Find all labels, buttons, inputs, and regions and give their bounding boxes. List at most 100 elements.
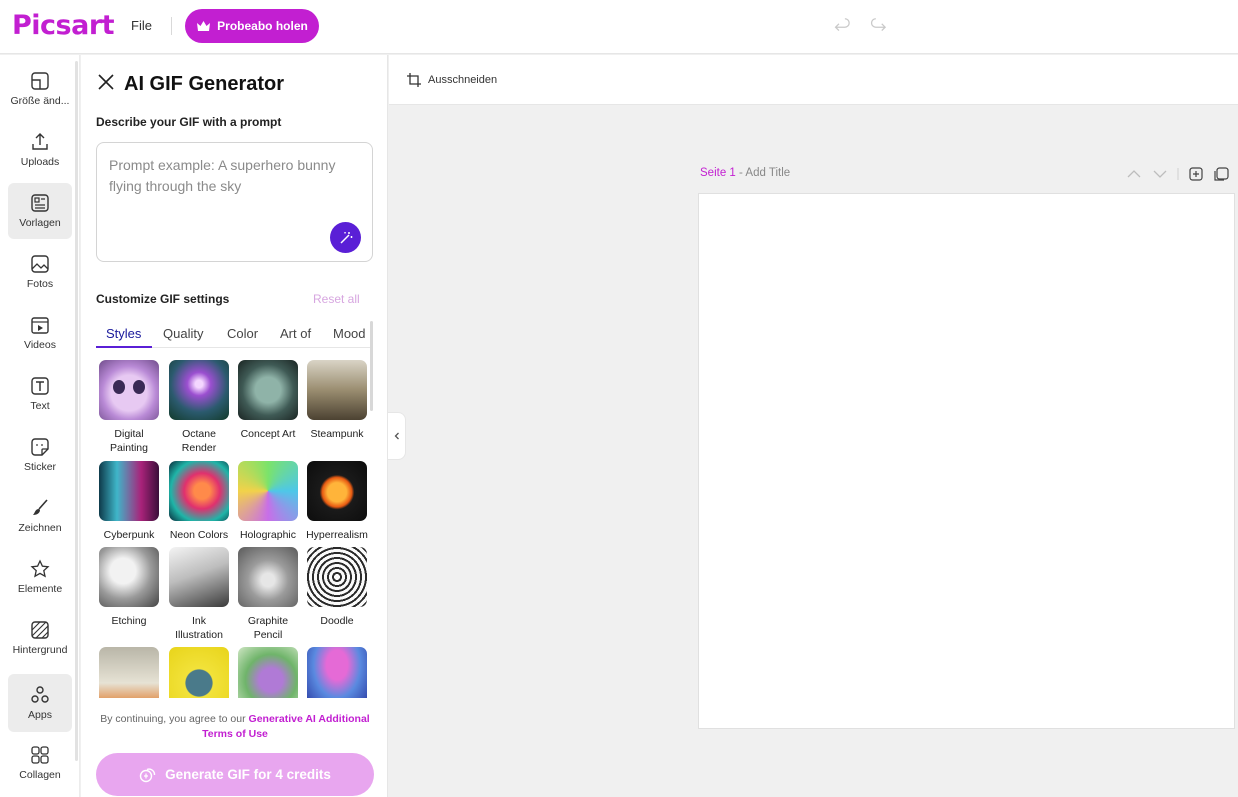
style-tile[interactable] <box>168 647 230 698</box>
style-label: Concept Art <box>240 428 296 440</box>
style-label: Hyperrealism <box>306 529 368 541</box>
collage-icon <box>31 746 49 764</box>
text-icon <box>31 377 49 395</box>
trial-button[interactable]: Probeabo holen <box>185 9 319 43</box>
sidebar-item-draw[interactable]: Zeichnen <box>8 488 72 544</box>
collapse-panel-handle[interactable] <box>388 412 406 460</box>
style-tile-holographic[interactable]: Holographic <box>237 461 299 542</box>
style-label: Etching <box>111 615 147 627</box>
file-menu[interactable]: File <box>131 18 152 33</box>
style-tile-concept-art[interactable]: Concept Art <box>237 360 299 441</box>
style-tile-hyperrealism[interactable]: Hyperrealism <box>306 461 368 542</box>
style-thumbnail <box>169 647 229 698</box>
style-thumbnail <box>238 360 298 420</box>
sidebar-item-background[interactable]: Hintergrund <box>8 610 72 666</box>
sticker-icon <box>31 438 49 456</box>
sidebar-item-videos[interactable]: Videos <box>8 305 72 361</box>
page-controls <box>1127 167 1229 181</box>
sidebar-item-label: Sticker <box>23 461 57 473</box>
style-tile-digital-painting[interactable]: Digital Painting <box>98 360 160 455</box>
prompt-label: Describe your GIF with a prompt <box>96 115 282 129</box>
customize-label: Customize GIF settings <box>96 292 230 306</box>
sidebar-item-resize[interactable]: Größe änd... <box>8 61 72 117</box>
style-thumbnail <box>99 547 159 607</box>
design-canvas[interactable] <box>698 193 1235 729</box>
magic-wand-button[interactable] <box>330 222 361 253</box>
chevron-up-icon[interactable] <box>1127 170 1141 178</box>
sidebar: Größe änd... Uploads Vorlagen Fotos Vide… <box>0 55 80 797</box>
chevron-left-icon <box>394 432 399 440</box>
crop-button[interactable]: Ausschneiden <box>406 72 497 88</box>
sidebar-item-photos[interactable]: Fotos <box>8 244 72 300</box>
crown-icon <box>197 21 211 31</box>
style-label: Digital Painting <box>110 428 148 454</box>
page-name: Seite 1 <box>700 167 736 179</box>
sidebar-item-elements[interactable]: Elemente <box>8 549 72 605</box>
sidebar-item-label: Fotos <box>26 278 54 290</box>
sidebar-item-collage[interactable]: Collagen <box>8 735 72 791</box>
generate-gif-button[interactable]: Generate GIF for 4 credits <box>96 753 374 796</box>
reset-all-button[interactable]: Reset all <box>313 292 360 306</box>
generate-gif-label: Generate GIF for 4 credits <box>165 767 331 782</box>
tab-mood[interactable]: Mood <box>333 320 371 347</box>
templates-icon <box>31 194 49 212</box>
sidebar-item-label: Hintergrund <box>12 644 68 656</box>
style-label: Steampunk <box>310 428 364 440</box>
tab-quality[interactable]: Quality <box>163 320 223 347</box>
apps-icon <box>31 686 49 703</box>
panel-title: AI GIF Generator <box>124 73 285 95</box>
panel-scrollbar[interactable] <box>370 321 373 411</box>
sidebar-item-label: Größe änd... <box>10 95 70 107</box>
sidebar-item-templates[interactable]: Vorlagen <box>8 183 72 239</box>
style-tile-neon-colors[interactable]: Neon Colors <box>168 461 230 542</box>
style-thumbnail <box>307 647 367 698</box>
top-bar: Picsart File Probeabo holen <box>0 0 1238 54</box>
prompt-box <box>96 142 373 262</box>
sidebar-item-sticker[interactable]: Sticker <box>8 427 72 483</box>
chevron-down-icon[interactable] <box>1153 170 1167 178</box>
picsart-logo[interactable]: Picsart <box>12 10 115 41</box>
sidebar-item-apps[interactable]: Apps <box>8 674 72 732</box>
page-title-input[interactable]: Add Title <box>745 167 790 179</box>
style-thumbnail <box>307 461 367 521</box>
styles-grid: Digital Painting Octane Render Concept A… <box>98 360 370 698</box>
style-tile-octane-render[interactable]: Octane Render <box>168 360 230 455</box>
star-icon <box>30 559 50 578</box>
style-label: Holographic <box>239 529 297 541</box>
sidebar-item-text[interactable]: Text <box>8 366 72 422</box>
style-thumbnail <box>99 360 159 420</box>
prompt-input[interactable] <box>109 155 361 225</box>
style-thumbnail <box>307 360 367 420</box>
redo-icon[interactable] <box>868 15 890 37</box>
tab-styles[interactable]: Styles <box>96 320 152 348</box>
add-page-icon[interactable] <box>1189 167 1203 181</box>
tab-color[interactable]: Color <box>227 320 280 347</box>
sidebar-item-uploads[interactable]: Uploads <box>8 122 72 178</box>
canvas-toolbar: Ausschneiden <box>389 55 1238 105</box>
terms-prefix: By continuing, you agree to our <box>100 713 246 725</box>
sidebar-scrollbar[interactable] <box>75 61 78 761</box>
close-icon[interactable] <box>97 73 115 91</box>
style-tile-etching[interactable]: Etching <box>98 547 160 628</box>
duplicate-page-icon[interactable] <box>1214 167 1229 181</box>
style-tile[interactable] <box>237 647 299 698</box>
page-separator: - <box>735 167 746 179</box>
style-tile-cyberpunk[interactable]: Cyberpunk <box>98 461 160 542</box>
sidebar-item-label: Zeichnen <box>18 522 62 534</box>
brush-icon <box>33 499 48 515</box>
style-tile-steampunk[interactable]: Steampunk <box>306 360 368 441</box>
style-tile-ink-illustration[interactable]: Ink Illustration <box>168 547 230 642</box>
tab-art-of[interactable]: Art of <box>280 320 333 347</box>
photo-icon <box>31 255 49 273</box>
style-tile-graphite-pencil[interactable]: Graphite Pencil <box>237 547 299 642</box>
style-tile-doodle[interactable]: Doodle <box>306 547 368 628</box>
style-tile[interactable] <box>306 647 368 698</box>
undo-icon[interactable] <box>832 15 854 37</box>
style-thumbnail <box>238 461 298 521</box>
style-thumbnail <box>99 647 159 698</box>
style-tile[interactable] <box>98 647 160 698</box>
style-label: Neon Colors <box>169 529 229 541</box>
style-thumbnail <box>169 547 229 607</box>
sidebar-item-label: Uploads <box>20 156 60 168</box>
style-label: Graphite Pencil <box>247 615 289 641</box>
